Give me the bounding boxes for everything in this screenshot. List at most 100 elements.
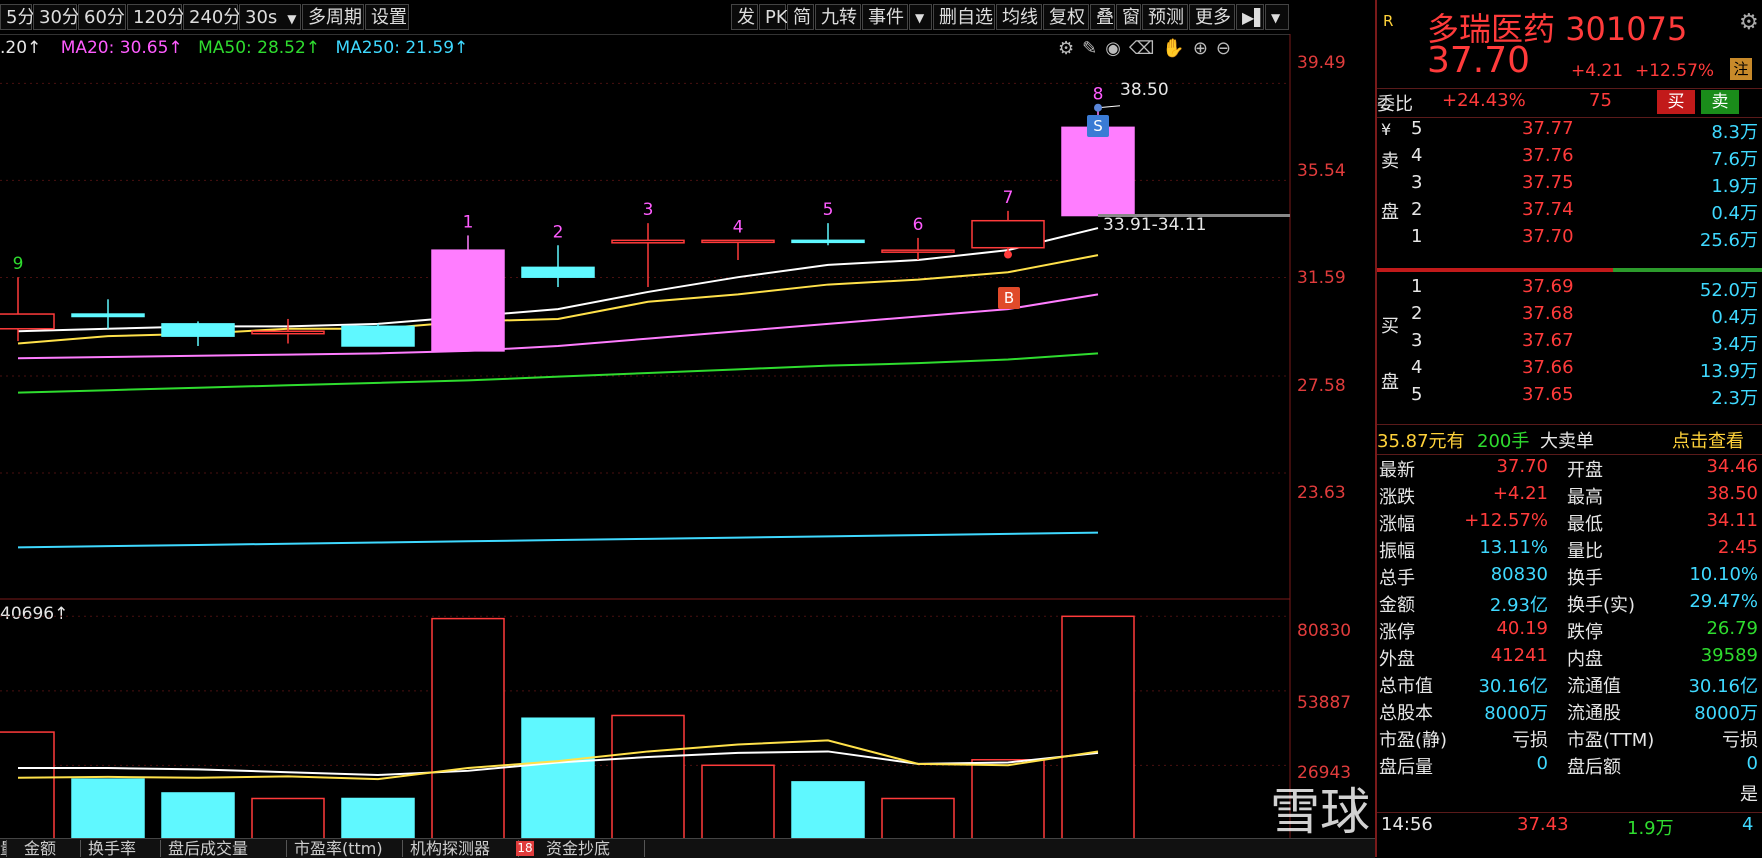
stat-label: 流通股 xyxy=(1567,703,1621,724)
simple-button[interactable]: 简 xyxy=(787,4,814,30)
publish-button[interactable]: 发 xyxy=(731,4,758,30)
period-60min-button[interactable]: 60分 xyxy=(78,4,126,30)
price-axis-label: 23.63 xyxy=(1297,483,1346,503)
bid-volume: 0.4万 xyxy=(1711,307,1758,328)
ask-price: 37.76 xyxy=(1522,145,1574,166)
settings-button[interactable]: 设置 xyxy=(365,4,409,30)
stat-row: 最新 37.70 开盘 34.46 xyxy=(1377,456,1762,483)
period-120min-button[interactable]: 120分 xyxy=(127,4,185,30)
td-count-label: 2 xyxy=(553,222,564,242)
stat-row: 总股本 8000万 流通股 8000万 xyxy=(1377,699,1762,726)
price-axis-label: 27.58 xyxy=(1297,376,1346,396)
collapse-icon[interactable]: ▶▌ xyxy=(1236,4,1267,30)
more-button[interactable]: 更多 xyxy=(1189,4,1235,30)
more-dropdown-icon[interactable]: ▼ xyxy=(1265,4,1289,30)
stat-label: 量比 xyxy=(1567,541,1603,562)
big-order-view-link[interactable]: 点击查看 xyxy=(1672,427,1744,453)
td-count-label: 6 xyxy=(913,215,924,235)
bid-row: 3 37.67 3.4万 xyxy=(1377,330,1762,357)
gear-icon[interactable]: ⚙ xyxy=(1739,10,1759,35)
bid-price: 37.66 xyxy=(1522,357,1574,378)
tab-volume[interactable]: 量 xyxy=(0,840,7,857)
tick-count: 4 xyxy=(1742,814,1754,835)
period-240min-button[interactable]: 240分 xyxy=(183,4,241,30)
stat-value: +12.57% xyxy=(1464,510,1548,531)
period-30s-dropdown[interactable]: 30s ▼ xyxy=(239,4,301,30)
remove-watchlist-button[interactable]: 删自选 xyxy=(933,4,995,30)
ask-level: 3 xyxy=(1411,172,1423,193)
tab-pe-ttm[interactable]: 市盈率(ttm) xyxy=(286,840,403,857)
tab-bottom-fishing[interactable]: 资金抄底 xyxy=(538,840,645,857)
candle-body xyxy=(431,249,505,352)
notice-badge[interactable]: 注 xyxy=(1730,58,1752,80)
ma50-line xyxy=(17,352,1099,394)
stat-row: 涨停 40.19 跌停 26.79 xyxy=(1377,618,1762,645)
tick-row: 14:56 37.43 1.9万 4 xyxy=(1377,814,1762,841)
buy-signal-marker[interactable]: B xyxy=(998,287,1020,309)
period-5min-button[interactable]: 5分 xyxy=(0,4,35,30)
stat-value: 8000万 xyxy=(1484,703,1548,724)
ask-row: 1 37.70 25.6万 xyxy=(1377,226,1762,253)
bid-level: 4 xyxy=(1411,357,1423,378)
stat-label: 总股本 xyxy=(1379,703,1433,724)
candle-body xyxy=(0,313,55,330)
forecast-button[interactable]: 预测 xyxy=(1142,4,1188,30)
bid-volume: 2.3万 xyxy=(1711,388,1758,409)
r-flag: R xyxy=(1383,12,1394,30)
buy-button[interactable]: 买 xyxy=(1657,90,1695,114)
candlestick-chart[interactable]: 9 1 2 3 4 5 6 7 8 xyxy=(0,34,1375,857)
moving-average-button[interactable]: 均线 xyxy=(996,4,1042,30)
stat-label: 最新 xyxy=(1379,460,1415,481)
sell-side-label: 卖 xyxy=(1381,151,1399,172)
pk-button[interactable]: PK xyxy=(759,4,788,30)
stat-label: 最低 xyxy=(1567,514,1603,535)
tab-amount[interactable]: 金额 xyxy=(16,840,81,857)
tick-volume: 1.9万 xyxy=(1627,818,1674,839)
stat-value: 30.16亿 xyxy=(1688,676,1758,697)
tick-price: 37.43 xyxy=(1517,814,1569,835)
bid-level: 3 xyxy=(1411,330,1423,351)
big-order-qty: 200手 xyxy=(1477,431,1530,452)
ask-row: 2 37.74 0.4万 xyxy=(1377,199,1762,226)
candle-body xyxy=(251,330,325,335)
ask-row: 3 37.75 1.9万 xyxy=(1377,172,1762,199)
sell-signal-marker[interactable]: S xyxy=(1087,115,1109,137)
big-order-row[interactable]: 35.87元有 200手 大卖单 点击查看 xyxy=(1377,427,1762,454)
tab-after-hours-volume[interactable]: 盘后成交量 xyxy=(160,840,287,857)
last-price: 37.70 xyxy=(1427,40,1531,81)
overlay-button[interactable]: 叠 xyxy=(1090,4,1115,30)
stat-value: 8000万 xyxy=(1694,703,1758,724)
nine-turn-button[interactable]: 九转 xyxy=(815,4,861,30)
stat-label: 盘后额 xyxy=(1567,757,1621,778)
bid-ask-ratio-bar-green xyxy=(1613,268,1762,272)
ask-price: 37.77 xyxy=(1522,118,1574,139)
ask-level: 1 xyxy=(1411,226,1423,247)
stat-value: 38.50 xyxy=(1706,483,1758,504)
tab-turnover[interactable]: 换手率 xyxy=(80,840,161,857)
period-30min-button[interactable]: 30分 xyxy=(33,4,80,30)
stat-label: 流通值 xyxy=(1567,676,1621,697)
price-change-pct: +12.57% xyxy=(1635,61,1715,81)
volume-bar xyxy=(161,792,235,841)
bid-price: 37.65 xyxy=(1522,384,1574,405)
multi-period-button[interactable]: 多周期 xyxy=(302,4,364,30)
stat-label: 开盘 xyxy=(1567,460,1603,481)
yen-symbol: ¥ xyxy=(1381,120,1392,139)
stat-row: 涨幅 +12.57% 最低 34.11 xyxy=(1377,510,1762,537)
volume-bar xyxy=(341,797,415,841)
adjust-button[interactable]: 复权 xyxy=(1043,4,1089,30)
events-button[interactable]: 事件 xyxy=(862,4,908,30)
bid-price: 37.68 xyxy=(1522,303,1574,324)
buy-side-label: 买 xyxy=(1381,316,1399,337)
tab-institution-detector[interactable]: 机构探测器 xyxy=(402,840,519,857)
events-dropdown-icon[interactable]: ▼ xyxy=(909,4,932,30)
bid-price: 37.69 xyxy=(1522,276,1574,297)
stat-value: 34.11 xyxy=(1706,510,1758,531)
window-button[interactable]: 窗 xyxy=(1116,4,1141,30)
volume-bar xyxy=(881,797,955,841)
period-30s-label: 30s xyxy=(245,7,278,28)
sell-side-label: 盘 xyxy=(1381,202,1399,223)
ask-volume: 7.6万 xyxy=(1711,149,1758,170)
sell-button[interactable]: 卖 xyxy=(1701,90,1739,114)
stat-label: 市盈(静) xyxy=(1379,730,1448,751)
